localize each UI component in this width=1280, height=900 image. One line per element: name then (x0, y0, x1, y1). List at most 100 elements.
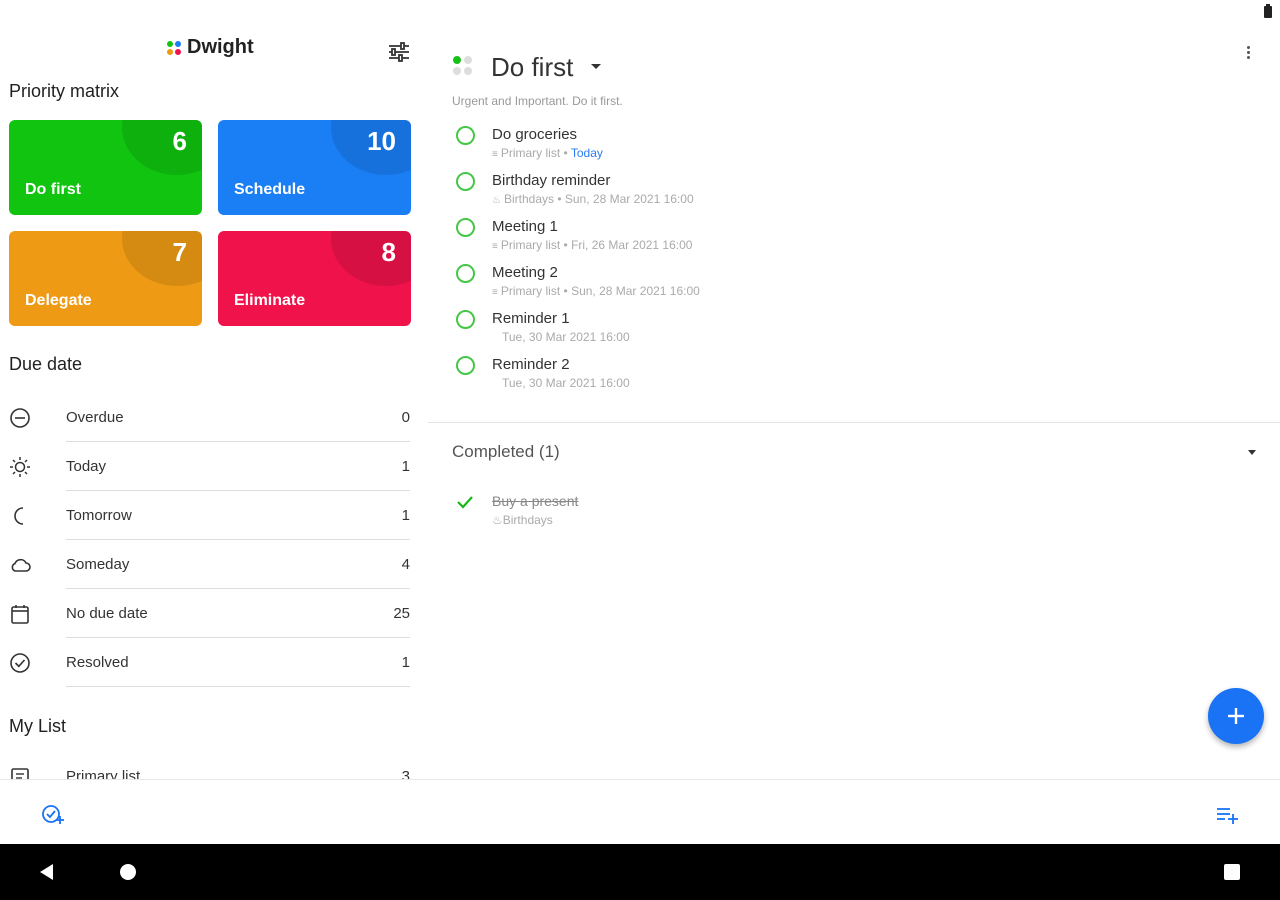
due-count: 1 (401, 458, 410, 475)
minus-circle-icon (10, 408, 30, 428)
list-icon: ≡ (492, 149, 498, 160)
task-checkbox[interactable] (456, 126, 475, 145)
task-item[interactable]: Reminder 1 Tue, 30 Mar 2021 16:00 (452, 308, 1232, 354)
task-checkbox[interactable] (456, 356, 475, 375)
task-checkbox[interactable] (456, 310, 475, 329)
due-label: Overdue (66, 409, 124, 426)
sun-icon (10, 457, 30, 477)
tile-schedule[interactable]: 10 Schedule (218, 120, 411, 215)
tile-label: Schedule (234, 181, 306, 198)
task-checkbox[interactable] (456, 218, 475, 237)
task-meta: ≡ Primary list • Today (492, 146, 603, 160)
task-date: Tue, 30 Mar 2021 16:00 (502, 330, 630, 344)
task-list: Primary list (500, 284, 561, 298)
app-name: Dwight (187, 36, 254, 58)
due-count: 1 (401, 507, 410, 524)
task-date: Tue, 30 Mar 2021 16:00 (502, 376, 630, 390)
list-icon: ≡ (492, 241, 498, 252)
task-panel: Do first Urgent and Important. Do it fir… (428, 24, 1280, 779)
due-row-tomorrow[interactable]: Tomorrow 1 (0, 491, 410, 540)
task-item[interactable]: Birthday reminder ♨ Birthdays • Sun, 28 M… (452, 170, 1232, 216)
system-nav-bar (0, 844, 1280, 900)
tile-count: 7 (172, 237, 187, 267)
due-count: 25 (393, 605, 410, 622)
due-count: 0 (401, 409, 410, 426)
chevron-down-icon[interactable] (591, 64, 601, 69)
tile-label: Delegate (25, 292, 92, 309)
task-item[interactable]: Meeting 1 ≡ Primary list • Fri, 26 Mar 20… (452, 216, 1232, 262)
tile-count: 10 (367, 126, 396, 156)
task-name: Buy a present (492, 493, 579, 509)
more-options-icon[interactable] (1242, 44, 1254, 64)
task-date: Sun, 28 Mar 2021 16:00 (571, 284, 700, 298)
add-task-button[interactable] (1208, 688, 1264, 744)
task-meta: ♨ Birthdays • Sun, 28 Mar 2021 16:00 (492, 192, 694, 206)
due-label: Someday (66, 556, 130, 573)
recents-icon[interactable] (1224, 864, 1240, 880)
due-count: 1 (401, 654, 410, 671)
sidebar: Dwight Priority matrix 6 Do first 10 Sch… (0, 24, 428, 779)
task-name: Do groceries (492, 126, 578, 143)
tile-do-first[interactable]: 6 Do first (9, 120, 202, 215)
task-name: Reminder 2 (492, 356, 570, 373)
list-label: Primary list (66, 768, 141, 779)
calendar-icon (11, 605, 29, 624)
list-count: 3 (401, 768, 410, 779)
task-list: Primary list (500, 146, 561, 160)
due-date-title: Due date (9, 354, 83, 374)
task-name: Meeting 2 (492, 264, 558, 281)
due-row-today[interactable]: Today 1 (0, 442, 410, 491)
task-checkbox[interactable] (456, 264, 475, 283)
cake-icon: ♨ (492, 195, 501, 206)
task-item[interactable]: Meeting 2 ≡ Primary list • Sun, 28 Mar 20… (452, 262, 1232, 308)
home-icon[interactable] (120, 864, 136, 880)
app-brand: Dwight (167, 36, 254, 59)
back-icon[interactable] (40, 864, 53, 880)
task-name: Birthday reminder (492, 172, 611, 189)
divider (428, 422, 1280, 423)
task-list: Birthdays (503, 192, 554, 206)
task-meta: ♨Birthdays (492, 513, 553, 527)
tile-eliminate[interactable]: 8 Eliminate (218, 231, 411, 326)
completed-header[interactable]: Completed (1) (452, 442, 560, 462)
list-icon (11, 768, 29, 779)
my-list-title: My List (9, 716, 67, 736)
list-title[interactable]: Do first (491, 52, 573, 83)
completed-task-item[interactable]: Buy a present ♨Birthdays (452, 492, 1232, 536)
task-item[interactable]: Do groceries ≡ Primary list • Today (452, 124, 1232, 170)
task-name: Reminder 1 (492, 310, 570, 327)
quadrant-icon (453, 56, 472, 75)
due-row-someday[interactable]: Someday 4 (0, 540, 410, 589)
priority-matrix-title: Priority matrix (9, 81, 120, 101)
list-icon: ≡ (492, 287, 498, 298)
task-checkbox[interactable] (456, 172, 475, 191)
due-count: 4 (401, 556, 410, 573)
due-row-no-due-date[interactable]: No due date 25 (0, 589, 410, 638)
task-name: Meeting 1 (492, 218, 558, 235)
task-item[interactable]: Reminder 2 Tue, 30 Mar 2021 16:00 (452, 354, 1232, 400)
tile-count: 8 (381, 237, 396, 267)
due-label: Today (66, 458, 107, 475)
tile-delegate[interactable]: 7 Delegate (9, 231, 202, 326)
list-row-primary[interactable]: Primary list 3 (0, 752, 410, 779)
task-list: Primary list (500, 238, 561, 252)
tile-label: Eliminate (234, 292, 306, 309)
list-subtitle: Urgent and Important. Do it first. (452, 94, 623, 108)
add-check-icon[interactable] (40, 802, 66, 826)
task-meta: ≡ Primary list • Fri, 26 Mar 2021 16:00 (492, 238, 693, 252)
playlist-add-icon[interactable] (1214, 802, 1240, 826)
task-date: Fri, 26 Mar 2021 16:00 (571, 238, 693, 252)
check-circle-icon (10, 653, 30, 673)
task-date: Sun, 28 Mar 2021 16:00 (564, 192, 694, 206)
due-row-overdue[interactable]: Overdue 0 (0, 393, 410, 442)
due-row-resolved[interactable]: Resolved 1 (0, 638, 410, 687)
tile-label: Do first (25, 181, 81, 198)
task-list: Birthdays (502, 513, 553, 527)
chevron-down-icon[interactable] (1248, 450, 1256, 455)
check-icon[interactable] (455, 492, 475, 512)
dwight-logo-icon (167, 40, 181, 55)
due-label: Tomorrow (66, 507, 132, 524)
filter-settings-icon[interactable] (386, 40, 412, 64)
bottom-app-bar (0, 779, 1280, 844)
moon-icon (14, 507, 24, 525)
